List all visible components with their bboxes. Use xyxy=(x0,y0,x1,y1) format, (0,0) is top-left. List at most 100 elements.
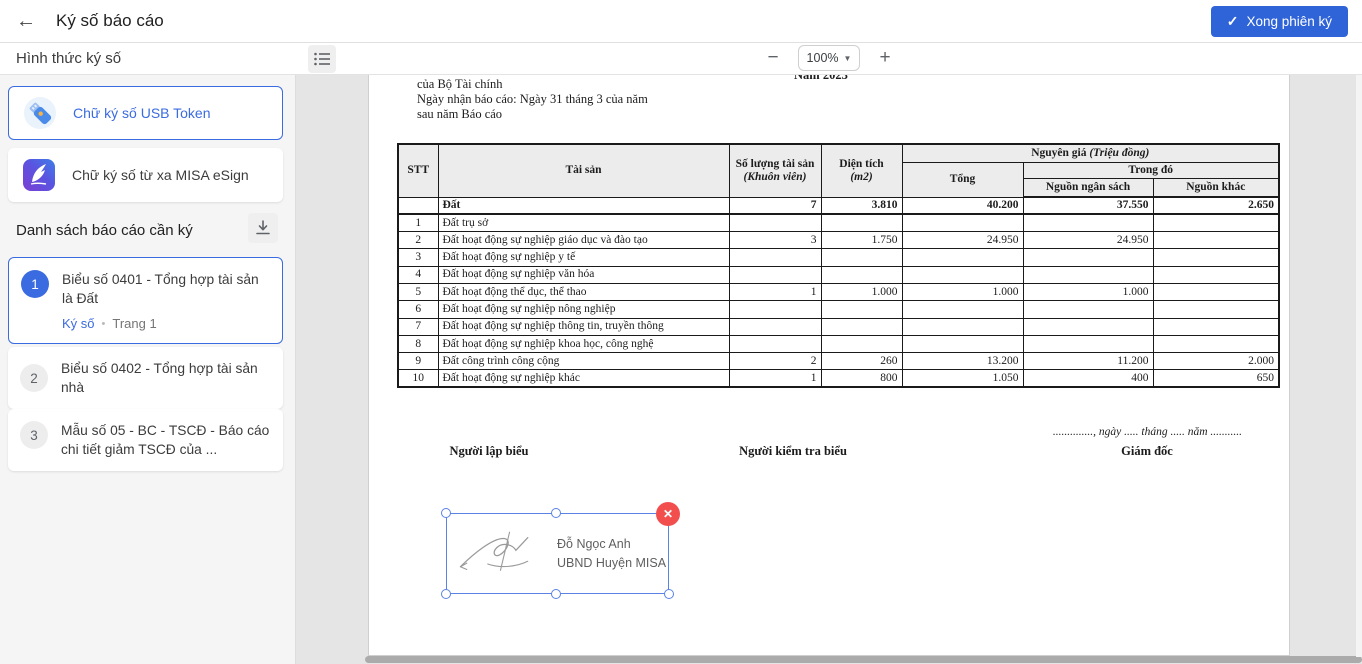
download-reports-button[interactable] xyxy=(248,213,278,243)
table-cell-stt: 10 xyxy=(397,369,439,388)
table-cell-name: Đất hoạt động sự nghiệp khác xyxy=(437,369,730,388)
table-cell-qty: 1 xyxy=(728,282,822,302)
close-icon: ✕ xyxy=(662,507,674,521)
col-header-budget: Nguồn ngân sách xyxy=(1022,177,1154,198)
report-item-0401[interactable]: 1 Biểu số 0401 - Tổng hợp tài sản là Đất… xyxy=(8,257,283,344)
table-cell-name: Đất hoạt động thể dục, thể thao xyxy=(437,282,730,302)
resize-handle-bottom-left[interactable] xyxy=(441,589,451,599)
table-cell-other xyxy=(1152,231,1280,250)
table-cell-other xyxy=(1152,282,1280,302)
status-separator-dot: • xyxy=(101,317,106,330)
report-index-badge: 2 xyxy=(20,364,48,392)
doc-date-line: .............., ngày ..... tháng ..... n… xyxy=(1052,426,1242,438)
table-cell-other xyxy=(1152,334,1280,354)
table-cell-stt: 6 xyxy=(397,300,439,319)
table-cell-total xyxy=(901,317,1024,336)
chevron-down-icon: ▼ xyxy=(843,53,852,63)
table-cell-stt: 5 xyxy=(397,282,439,302)
signature-widget[interactable]: Đỗ Ngọc Anh UBND Huyện MISA ✕ xyxy=(441,502,680,599)
zoom-in-button[interactable]: + xyxy=(874,45,896,71)
table-row: 5 Đất hoạt động thể dục, thể thao 1 1.000 1.… xyxy=(397,282,1280,302)
table-cell-other xyxy=(1152,317,1280,336)
table-cell-name: Đất công trình công cộng xyxy=(437,352,730,371)
table-cell-total xyxy=(901,248,1024,267)
col-header-area: Diện tích (m2) xyxy=(820,143,903,198)
col-header-total: Tổng xyxy=(901,161,1024,198)
table-cell-qty xyxy=(728,213,822,233)
table-cell-other: 650 xyxy=(1152,369,1280,388)
signer-org: UBND Huyện MISA xyxy=(557,555,667,570)
table-cell-area xyxy=(820,248,903,267)
back-arrow-icon[interactable]: ← xyxy=(12,7,40,35)
table-row: 2 Đất hoạt động sự nghiệp giáo dục và đào… xyxy=(397,231,1280,250)
table-cell-total: 1.000 xyxy=(901,282,1024,302)
table-cell-area xyxy=(820,300,903,319)
download-icon xyxy=(256,220,270,235)
signer-name: Đỗ Ngọc Anh xyxy=(557,536,631,551)
check-icon: ✓ xyxy=(1226,13,1239,29)
table-row: 10 Đất hoạt động sự nghiệp khác 1 800 1.050 4… xyxy=(397,369,1280,388)
table-cell-total: 24.950 xyxy=(901,231,1024,250)
doc-header-text: của Bộ Tài chính Ngày nhận báo cáo: Ngày… xyxy=(417,77,648,121)
table-row: 8 Đất hoạt động sự nghiệp khoa học, công … xyxy=(397,334,1280,354)
table-cell-stt: 4 xyxy=(397,265,439,284)
vertical-scrollbar-track[interactable] xyxy=(1356,75,1362,657)
zoom-level-dropdown[interactable]: 100% ▼ xyxy=(798,45,860,71)
table-cell-total: 40.200 xyxy=(901,196,1024,216)
table-cell-budget: 24.950 xyxy=(1022,231,1154,250)
table-cell-name: Đất hoạt động sự nghiệp giáo dục và đào … xyxy=(437,231,730,250)
table-cell-total xyxy=(901,334,1024,354)
usb-token-icon xyxy=(24,97,56,129)
sidebar: Chữ ký số USB Token Chữ ký số từ xa MISA… xyxy=(0,75,296,664)
report-page-label: Trang 1 xyxy=(112,316,157,331)
table-cell-name: Đất hoạt động sự nghiệp nông nghiệp xyxy=(437,300,730,319)
handwritten-signature xyxy=(459,531,529,571)
title-bar: ← Ký số báo cáo ✓ Xong phiên ký xyxy=(0,0,1362,43)
table-row: 1 Đất trụ sở xyxy=(397,213,1280,233)
table-row: 9 Đất công trình công cộng 2 260 13.200 11.20… xyxy=(397,352,1280,371)
sign-title-director: Giám đốc xyxy=(1121,444,1173,458)
table-row: 6 Đất hoạt động sự nghiệp nông nghiệp xyxy=(397,300,1280,319)
sign-report-app: ← Ký số báo cáo ✓ Xong phiên ký Hình thứ… xyxy=(0,0,1362,664)
table-cell-stt: 8 xyxy=(397,334,439,354)
zoom-out-button[interactable]: − xyxy=(762,45,784,71)
col-header-other: Nguồn khác xyxy=(1152,177,1280,198)
table-cell-budget xyxy=(1022,265,1154,284)
list-view-toggle-button[interactable] xyxy=(308,45,336,73)
sign-method-usb-label: Chữ ký số USB Token xyxy=(73,105,211,121)
document-viewer: Năm 2023 của Bộ Tài chính Ngày nhận báo … xyxy=(296,75,1362,664)
report-item-mau05[interactable]: 3 Mẫu số 05 - BC - TSCĐ - Báo cáo chi ti… xyxy=(8,409,283,471)
finish-signing-button[interactable]: ✓ Xong phiên ký xyxy=(1210,6,1348,37)
col-header-trongdo: Trong đó xyxy=(1022,161,1280,179)
table-cell-qty: 3 xyxy=(728,231,822,250)
table-cell-qty xyxy=(728,248,822,267)
table-cell-name: Đất xyxy=(437,196,730,216)
resize-handle-top-left[interactable] xyxy=(441,508,451,518)
report-item-0402[interactable]: 2 Biểu số 0402 - Tổng hợp tài sản nhà xyxy=(8,347,283,409)
resize-handle-bottom-right[interactable] xyxy=(664,589,674,599)
sign-title-preparer: Người lập biểu xyxy=(449,444,529,458)
table-cell-total: 1.050 xyxy=(901,369,1024,388)
table-cell-area: 1.000 xyxy=(820,282,903,302)
table-cell-qty: 2 xyxy=(728,352,822,371)
table-cell-stt xyxy=(397,196,439,216)
table-cell-total xyxy=(901,213,1024,233)
table-cell-name: Đất hoạt động sự nghiệp văn hóa xyxy=(437,265,730,284)
remove-signature-button[interactable]: ✕ xyxy=(656,502,680,526)
table-cell-qty xyxy=(728,317,822,336)
resize-handle-bottom-center[interactable] xyxy=(551,589,561,599)
table-cell-qty: 1 xyxy=(728,369,822,388)
table-cell-stt: 1 xyxy=(397,213,439,233)
horizontal-scrollbar[interactable] xyxy=(365,656,1362,663)
table-row: 7 Đất hoạt động sự nghiệp thông tin, truy… xyxy=(397,317,1280,336)
table-cell-qty: 7 xyxy=(728,196,822,216)
table-cell-budget: 400 xyxy=(1022,369,1154,388)
table-cell-budget xyxy=(1022,317,1154,336)
resize-handle-top-center[interactable] xyxy=(551,508,561,518)
table-cell-qty xyxy=(728,334,822,354)
sign-method-usb-token[interactable]: Chữ ký số USB Token xyxy=(8,86,283,140)
sign-method-misa-esign[interactable]: Chữ ký số từ xa MISA eSign xyxy=(8,148,283,202)
table-cell-qty xyxy=(728,300,822,319)
finish-signing-label: Xong phiên ký xyxy=(1246,14,1332,29)
report-list-title: Danh sách báo cáo cần ký xyxy=(16,222,193,239)
